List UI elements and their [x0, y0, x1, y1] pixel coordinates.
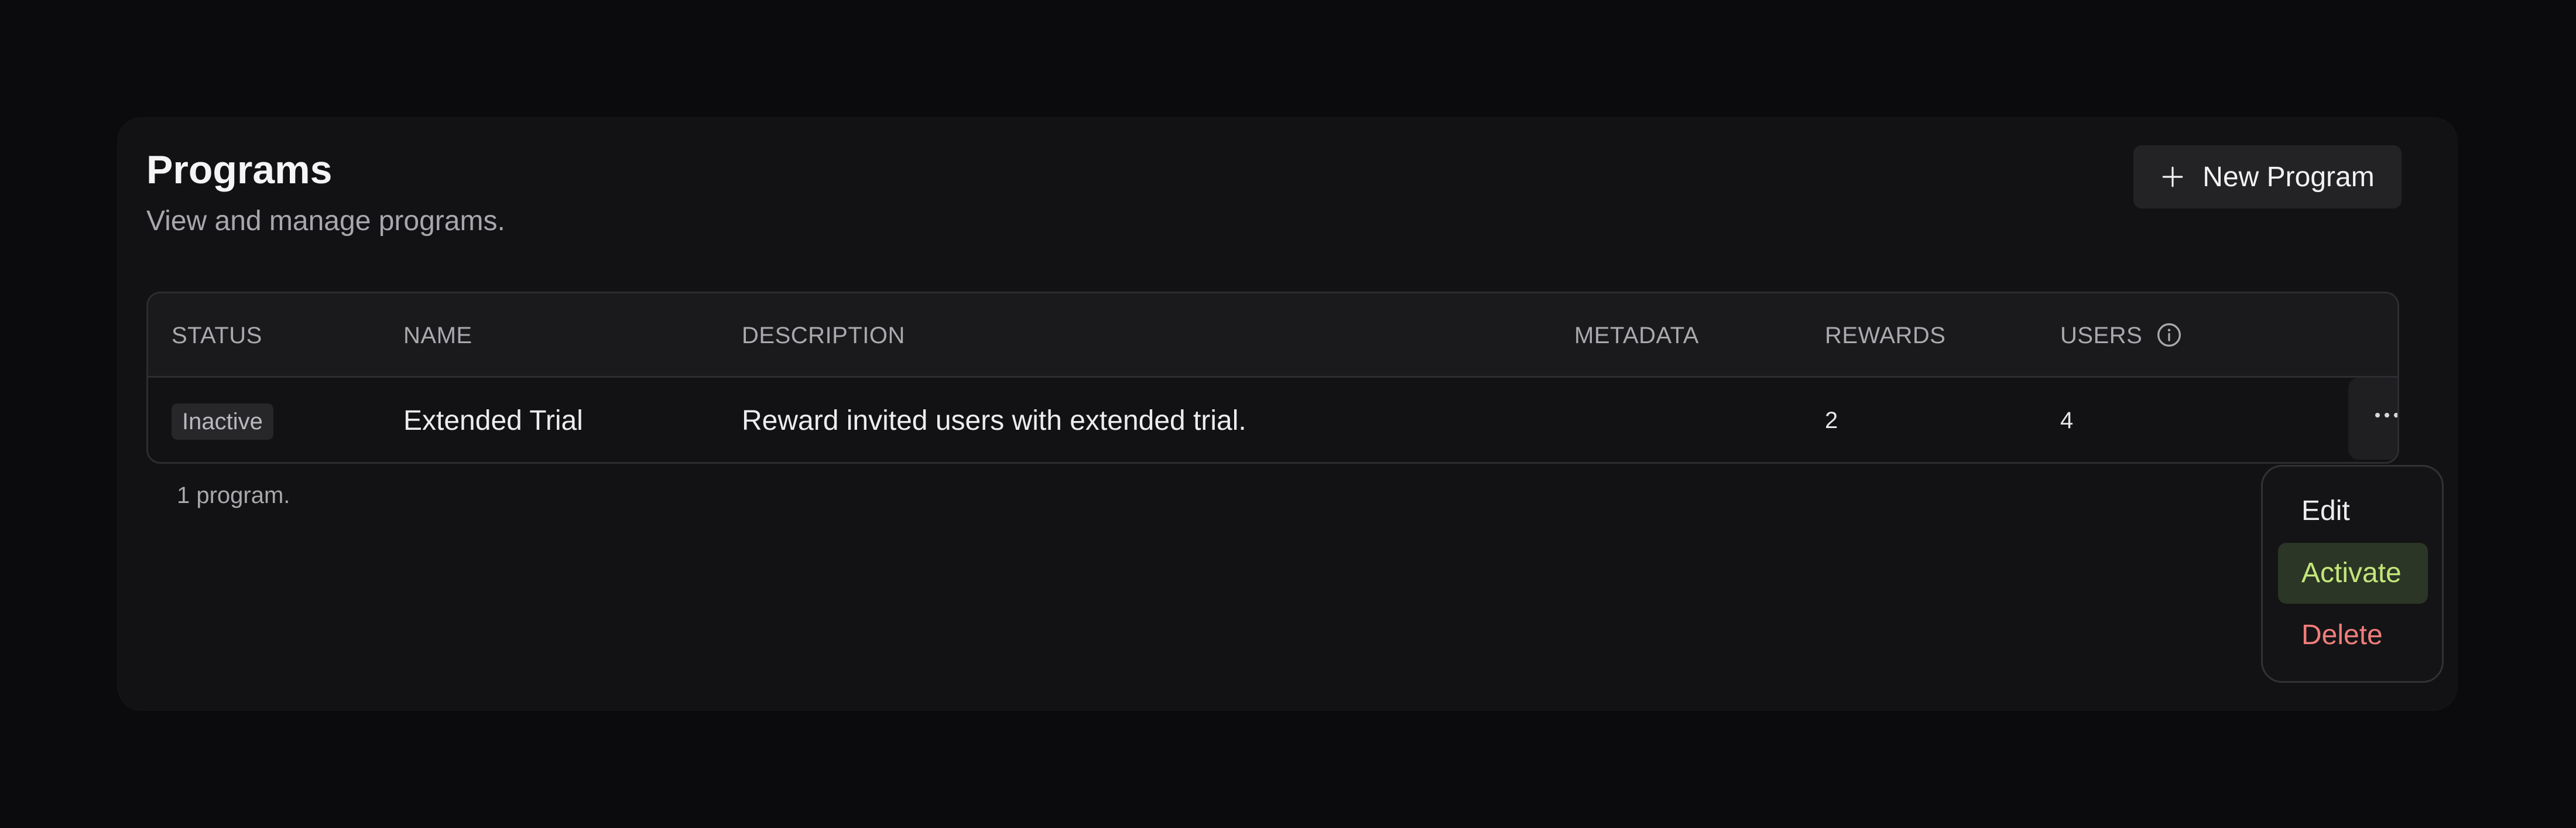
- new-program-button[interactable]: New Program: [2133, 145, 2402, 208]
- program-description: Reward invited users with extended trial…: [742, 405, 1246, 436]
- table-header: STATUS NAME DESCRIPTION METADATA REWARDS…: [148, 293, 2397, 378]
- column-header-rewards: REWARDS: [1825, 323, 1946, 348]
- column-header-name: NAME: [403, 323, 472, 348]
- menu-item-delete[interactable]: Delete: [2278, 605, 2428, 666]
- column-header-users: USERS: [2060, 323, 2143, 348]
- program-count: 1 program.: [177, 483, 290, 508]
- row-actions-button[interactable]: [2348, 378, 2397, 460]
- page-title: Programs: [146, 148, 333, 192]
- page-subtitle: View and manage programs.: [146, 206, 505, 237]
- column-header-metadata: METADATA: [1574, 323, 1699, 348]
- status-badge: Inactive: [172, 403, 273, 440]
- column-header-description: DESCRIPTION: [742, 323, 905, 348]
- program-users: 4: [2060, 408, 2074, 433]
- table-row[interactable]: Inactive Extended Trial Reward invited u…: [148, 378, 2397, 462]
- program-name: Extended Trial: [403, 405, 583, 436]
- menu-item-edit[interactable]: Edit: [2278, 481, 2428, 542]
- plus-icon: [2162, 166, 2183, 187]
- programs-card: Programs View and manage programs. New P…: [118, 118, 2457, 710]
- info-icon[interactable]: [2156, 322, 2182, 348]
- menu-item-activate[interactable]: Activate: [2278, 543, 2428, 604]
- more-horizontal-icon: [2375, 413, 2397, 418]
- program-rewards: 2: [1825, 408, 1838, 433]
- column-header-status: STATUS: [172, 323, 262, 348]
- programs-table: STATUS NAME DESCRIPTION METADATA REWARDS…: [146, 292, 2399, 464]
- new-program-label: New Program: [2202, 161, 2375, 193]
- row-actions-menu: Edit Activate Delete: [2261, 465, 2444, 683]
